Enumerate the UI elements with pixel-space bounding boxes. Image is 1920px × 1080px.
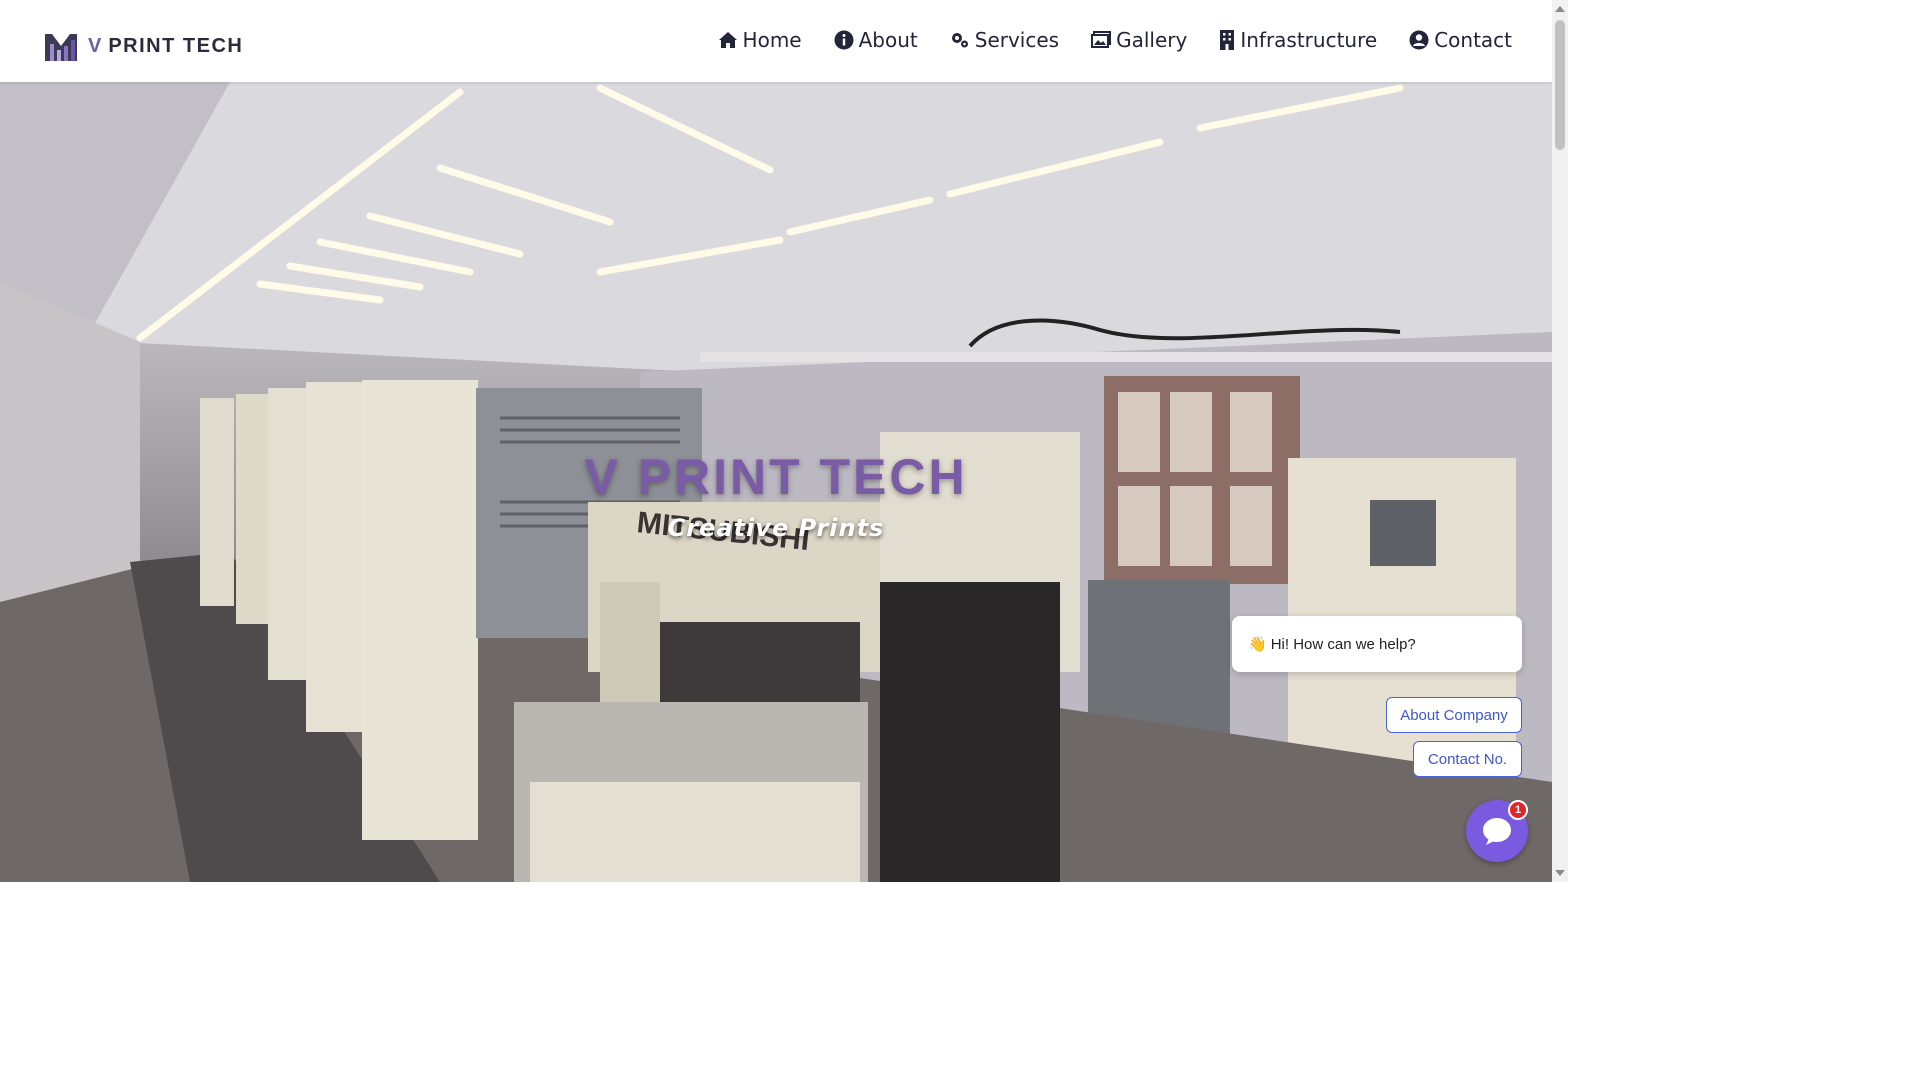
nav-item-gallery[interactable]: Gallery: [1091, 28, 1187, 52]
brand-name: PRINT TECH: [108, 34, 244, 57]
chat-icon: [1483, 818, 1511, 845]
building-icon: [1220, 30, 1235, 50]
nav-label-contact: Contact: [1434, 28, 1512, 52]
nav-item-home[interactable]: Home: [718, 28, 802, 52]
chat-option-contact-no[interactable]: Contact No.: [1413, 741, 1522, 777]
hero-banner: MITSUBISHI V PRINT TECH Creative Prints: [0, 82, 1552, 882]
page-scrollbar[interactable]: [1552, 0, 1568, 882]
nav-item-about[interactable]: About: [834, 28, 918, 52]
nav-item-infrastructure[interactable]: Infrastructure: [1219, 28, 1377, 52]
images-icon: [1091, 31, 1112, 48]
brand-letter: V: [88, 34, 103, 57]
nav-item-services[interactable]: Services: [950, 28, 1059, 52]
chat-option-about-company[interactable]: About Company: [1386, 697, 1522, 733]
scroll-thumb[interactable]: [1555, 20, 1565, 150]
wave-icon: 👋: [1248, 636, 1267, 653]
home-icon: [718, 32, 737, 48]
nav-item-contact[interactable]: Contact: [1409, 28, 1512, 52]
info-icon: [834, 30, 854, 50]
chat-greeting-text: Hi! How can we help?: [1270, 635, 1416, 653]
nav-label-services: Services: [974, 28, 1060, 52]
nav-label-home: Home: [742, 28, 802, 52]
hero-subtitle: Creative Prints: [667, 514, 885, 542]
site-header: V PRINT TECH Home About Services Gallery…: [0, 0, 1552, 82]
chat-greeting-bubble: 👋 Hi! How can we help?: [1232, 616, 1522, 672]
scroll-down-arrow-icon[interactable]: [1555, 870, 1565, 876]
nav-label-about: About: [858, 28, 918, 52]
chat-unread-badge: 1: [1508, 800, 1528, 820]
logo-mark-icon: [45, 34, 77, 61]
user-circle-icon: [1409, 30, 1429, 50]
nav-label-gallery: Gallery: [1116, 28, 1188, 52]
hero-title: V PRINT TECH: [584, 449, 968, 505]
main-nav: Home About Services Gallery Infrastructu…: [686, 28, 1512, 52]
nav-label-infrastructure: Infrastructure: [1240, 28, 1378, 52]
gears-icon: [951, 33, 968, 48]
scroll-up-arrow-icon[interactable]: [1555, 6, 1565, 12]
site-logo[interactable]: V PRINT TECH: [44, 30, 243, 62]
